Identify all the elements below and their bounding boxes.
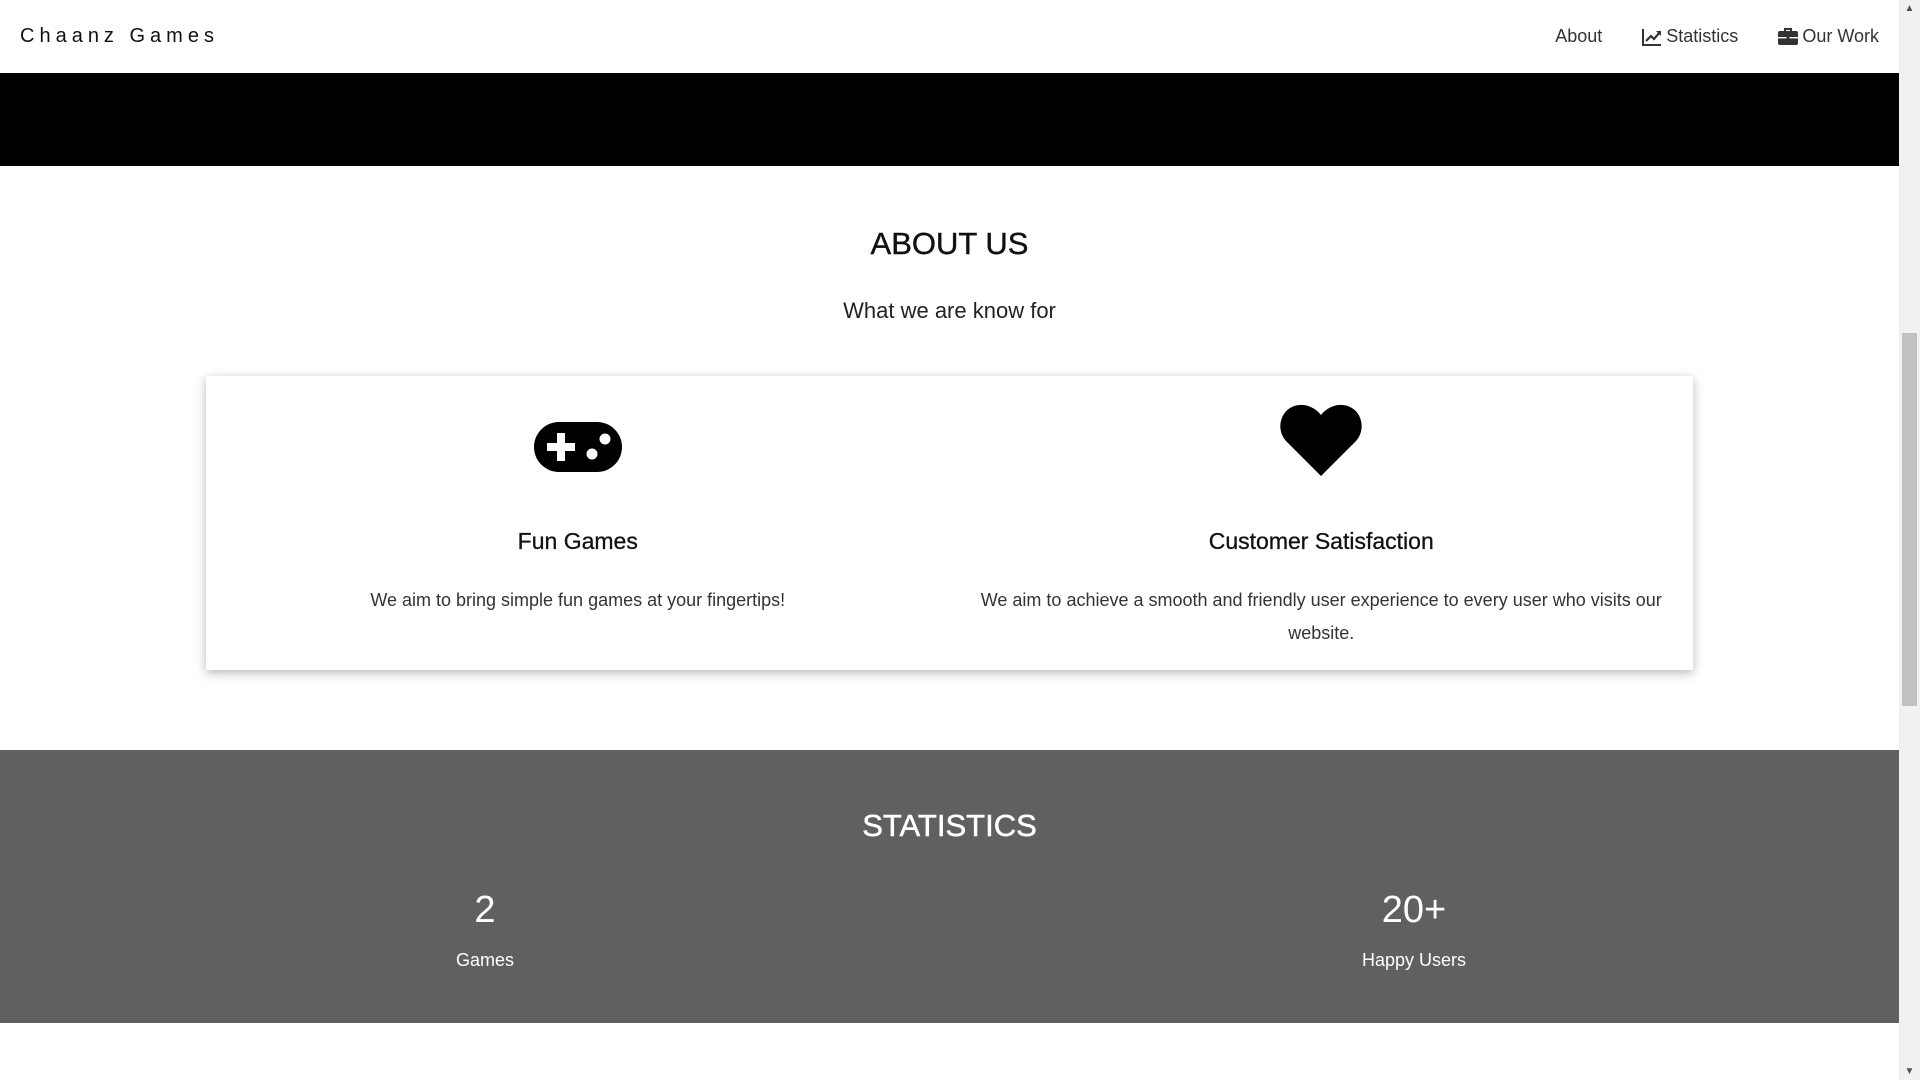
brand-logo[interactable]: Chaanz Games	[20, 25, 219, 48]
nav-link-about[interactable]: About	[1555, 26, 1602, 47]
navbar: Chaanz Games About Statistics Our Work	[0, 0, 1899, 73]
nav-links: About Statistics Our Work	[1555, 26, 1879, 47]
line-chart-icon	[1642, 28, 1662, 46]
nav-link-label: Statistics	[1666, 26, 1739, 46]
feature-description: We aim to achieve a smooth and friendly …	[980, 590, 1662, 643]
briefcase-icon	[1778, 28, 1799, 45]
scroll-down-arrow-icon[interactable]: ▼	[1899, 1063, 1920, 1080]
stat-label: Happy Users	[1361, 950, 1467, 970]
statistics-title: STATISTICS	[862, 808, 1037, 844]
about-section: ABOUT US What we are know for Fun Games …	[0, 166, 1899, 750]
nav-link-label: About	[1555, 26, 1603, 46]
about-title: ABOUT US	[870, 226, 1029, 261]
stat-number: 2	[474, 889, 496, 931]
scrollbar-thumb[interactable]	[1902, 333, 1917, 706]
stat-games: 2 Games	[335, 888, 635, 971]
stat-number: 20+	[1381, 889, 1447, 931]
about-subtitle: What we are know for	[843, 298, 1056, 323]
nav-link-our-work[interactable]: Our Work	[1778, 26, 1879, 47]
feature-title: Fun Games	[517, 528, 638, 554]
nav-link-label: Our Work	[1802, 26, 1879, 46]
page-viewport: Chaanz Games About Statistics Our Work A…	[0, 0, 1899, 1080]
feature-title: Customer Satisfaction	[1208, 528, 1434, 554]
statistics-section: STATISTICS 2 Games 20+ Happy Users	[0, 750, 1899, 1023]
gamepad-icon	[533, 422, 622, 477]
heart-icon	[1280, 404, 1362, 481]
scroll-up-arrow-icon[interactable]: ▲	[1899, 0, 1920, 17]
features-card: Fun Games We aim to bring simple fun gam…	[206, 376, 1693, 670]
feature-customer-satisfaction: Customer Satisfaction We aim to achieve …	[950, 376, 1694, 670]
vertical-scrollbar[interactable]: ▲ ▼	[1899, 0, 1920, 1080]
feature-description: We aim to bring simple fun games at your…	[370, 590, 786, 610]
feature-fun-games: Fun Games We aim to bring simple fun gam…	[206, 376, 950, 670]
stat-label: Games	[455, 950, 515, 970]
nav-link-statistics[interactable]: Statistics	[1642, 26, 1738, 47]
hero-banner	[0, 73, 1899, 166]
stat-happy-users: 20+ Happy Users	[1264, 888, 1564, 971]
